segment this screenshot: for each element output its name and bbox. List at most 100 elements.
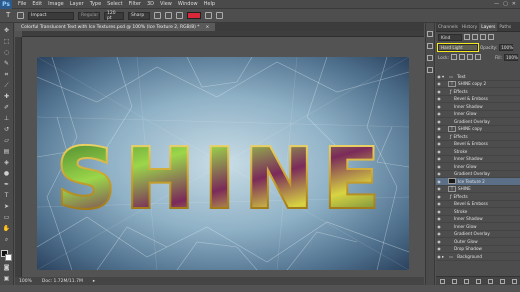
- align-center-icon[interactable]: [165, 12, 172, 19]
- path-select-tool-icon[interactable]: ➤: [2, 202, 11, 211]
- tab-channels[interactable]: Channels: [436, 23, 460, 31]
- blur-tool-icon[interactable]: ◈: [2, 158, 11, 167]
- lock-all-icon[interactable]: [474, 54, 481, 60]
- layer-row[interactable]: ◉ Gradient Overlay: [436, 231, 520, 238]
- menu-view[interactable]: View: [157, 1, 175, 7]
- filter-type-icon[interactable]: [480, 34, 486, 40]
- maximize-icon[interactable]: ▢: [503, 1, 508, 7]
- quick-select-tool-icon[interactable]: ✎: [2, 59, 11, 68]
- brush-tool-icon[interactable]: ✐: [2, 103, 11, 112]
- warp-text-icon[interactable]: [205, 12, 212, 19]
- layer-row[interactable]: ◉ T SHINE: [436, 185, 520, 193]
- visibility-eye-icon[interactable]: ◉: [436, 164, 442, 169]
- fill-input[interactable]: 100%: [504, 53, 518, 61]
- link-layers-icon[interactable]: [439, 278, 445, 284]
- layer-row[interactable]: ◉ ƒ Effects: [436, 133, 520, 141]
- shape-tool-icon[interactable]: ▭: [2, 213, 11, 222]
- tab-layers[interactable]: Layers: [479, 23, 498, 31]
- visibility-eye-icon[interactable]: ◉: [436, 194, 442, 199]
- add-mask-icon[interactable]: [463, 278, 469, 284]
- visibility-eye-icon[interactable]: ◉: [436, 224, 442, 229]
- tab-paths[interactable]: Paths: [497, 23, 513, 31]
- visibility-eye-icon[interactable]: ◉: [436, 104, 442, 109]
- crop-tool-icon[interactable]: ⌗: [2, 70, 11, 79]
- layer-row[interactable]: ◉ Ice Texture 2: [436, 178, 520, 186]
- antialias-select[interactable]: Sharp: [128, 11, 150, 20]
- layer-row[interactable]: ◉ ƒ Effects: [436, 193, 520, 201]
- layer-row[interactable]: ◉ Outer Glow: [436, 238, 520, 246]
- menu-select[interactable]: Select: [104, 1, 125, 7]
- menu-edit[interactable]: Edit: [29, 1, 45, 7]
- layer-row[interactable]: ◉ Gradient Overlay: [436, 171, 520, 178]
- menu-filter[interactable]: Filter: [126, 1, 144, 7]
- layer-row[interactable]: ◉ Bevel & Emboss: [436, 141, 520, 148]
- visibility-eye-icon[interactable]: ◉: [436, 141, 442, 146]
- filter-kind-select[interactable]: Kind: [438, 33, 462, 41]
- filter-pixel-icon[interactable]: [464, 34, 470, 40]
- gradient-tool-icon[interactable]: ▤: [2, 147, 11, 156]
- visibility-eye-icon[interactable]: ◉: [436, 126, 442, 131]
- filter-adjustment-icon[interactable]: [472, 34, 478, 40]
- orientation-icon[interactable]: [17, 12, 24, 19]
- eyedropper-tool-icon[interactable]: ⟋: [2, 81, 11, 90]
- lasso-tool-icon[interactable]: ◌: [2, 48, 11, 57]
- visibility-eye-icon[interactable]: ◉: [436, 149, 442, 154]
- background-color[interactable]: [5, 254, 12, 261]
- layer-row[interactable]: ◉ ▾ ▭ Text: [436, 73, 520, 81]
- font-family-select[interactable]: Impact: [28, 11, 74, 20]
- adjustment-layer-icon[interactable]: [475, 278, 481, 284]
- visibility-eye-icon[interactable]: ◉: [436, 171, 442, 176]
- history-brush-icon[interactable]: ↺: [2, 125, 11, 134]
- layer-row[interactable]: ◉ Inner Glow: [436, 223, 520, 231]
- collapsed-arrow-icon[interactable]: ▸: [442, 254, 444, 259]
- layer-row[interactable]: ◉ ƒ Effects: [436, 88, 520, 96]
- color-swatches[interactable]: [1, 250, 12, 261]
- stamp-tool-icon[interactable]: ⊥: [2, 114, 11, 123]
- layer-row[interactable]: ◉ Inner Shadow: [436, 156, 520, 163]
- menu-layer[interactable]: Layer: [67, 1, 87, 7]
- character-panel-icon[interactable]: [427, 55, 433, 61]
- menu-image[interactable]: Image: [45, 1, 67, 7]
- menu-help[interactable]: Help: [201, 1, 218, 7]
- type-tool-icon[interactable]: T: [6, 12, 13, 19]
- layer-row[interactable]: ◉ T SHINE copy: [436, 125, 520, 133]
- visibility-eye-icon[interactable]: ◉: [436, 111, 442, 116]
- align-right-icon[interactable]: [176, 12, 183, 19]
- layer-row[interactable]: ◉ Inner Glow: [436, 163, 520, 171]
- visibility-eye-icon[interactable]: ◉: [436, 246, 442, 251]
- visibility-eye-icon[interactable]: ◉: [436, 81, 442, 86]
- visibility-eye-icon[interactable]: ◉: [436, 216, 442, 221]
- layer-row[interactable]: ◉ ▸ ▭ Background: [436, 253, 520, 261]
- visibility-eye-icon[interactable]: ◉: [436, 134, 442, 139]
- tab-close-icon[interactable]: ×: [206, 25, 210, 30]
- align-left-icon[interactable]: [154, 12, 161, 19]
- layer-row[interactable]: ◉ Stroke: [436, 148, 520, 156]
- layer-row[interactable]: ◉ Bevel & Emboss: [436, 201, 520, 208]
- layer-row[interactable]: ◉ T SHINE copy 2: [436, 80, 520, 88]
- layer-row[interactable]: ◉ Inner Shadow: [436, 103, 520, 111]
- menu-file[interactable]: File: [15, 1, 29, 7]
- visibility-eye-icon[interactable]: ◉: [436, 156, 442, 161]
- layer-row[interactable]: ◉ Drop Shadow: [436, 246, 520, 253]
- filter-shape-icon[interactable]: [488, 34, 494, 40]
- visibility-eye-icon[interactable]: ◉: [436, 119, 442, 124]
- fx-icon[interactable]: [451, 278, 457, 284]
- status-arrow-icon[interactable]: ▸: [93, 279, 95, 284]
- eraser-tool-icon[interactable]: ▱: [2, 136, 11, 145]
- layer-row[interactable]: ◉ Inner Shadow: [436, 216, 520, 223]
- move-tool-icon[interactable]: ✥: [2, 26, 11, 35]
- font-style-select[interactable]: Regular: [78, 11, 100, 20]
- hand-tool-icon[interactable]: ✋: [2, 224, 11, 233]
- zoom-level[interactable]: 100%: [19, 279, 32, 284]
- layer-row[interactable]: ◉ Bevel & Emboss: [436, 96, 520, 103]
- lock-position-icon[interactable]: [466, 54, 473, 60]
- visibility-eye-icon[interactable]: ◉: [436, 209, 442, 214]
- expanded-arrow-icon[interactable]: ▾: [442, 74, 444, 79]
- zoom-tool-icon[interactable]: ⌕: [2, 235, 11, 244]
- lock-transparent-icon[interactable]: [450, 54, 457, 60]
- visibility-eye-icon[interactable]: ◉: [436, 239, 442, 244]
- layer-row[interactable]: ◉ Stroke: [436, 208, 520, 216]
- paragraph-panel-icon[interactable]: [427, 67, 433, 73]
- visibility-eye-icon[interactable]: ◉: [436, 186, 442, 191]
- minimize-icon[interactable]: —: [494, 1, 499, 7]
